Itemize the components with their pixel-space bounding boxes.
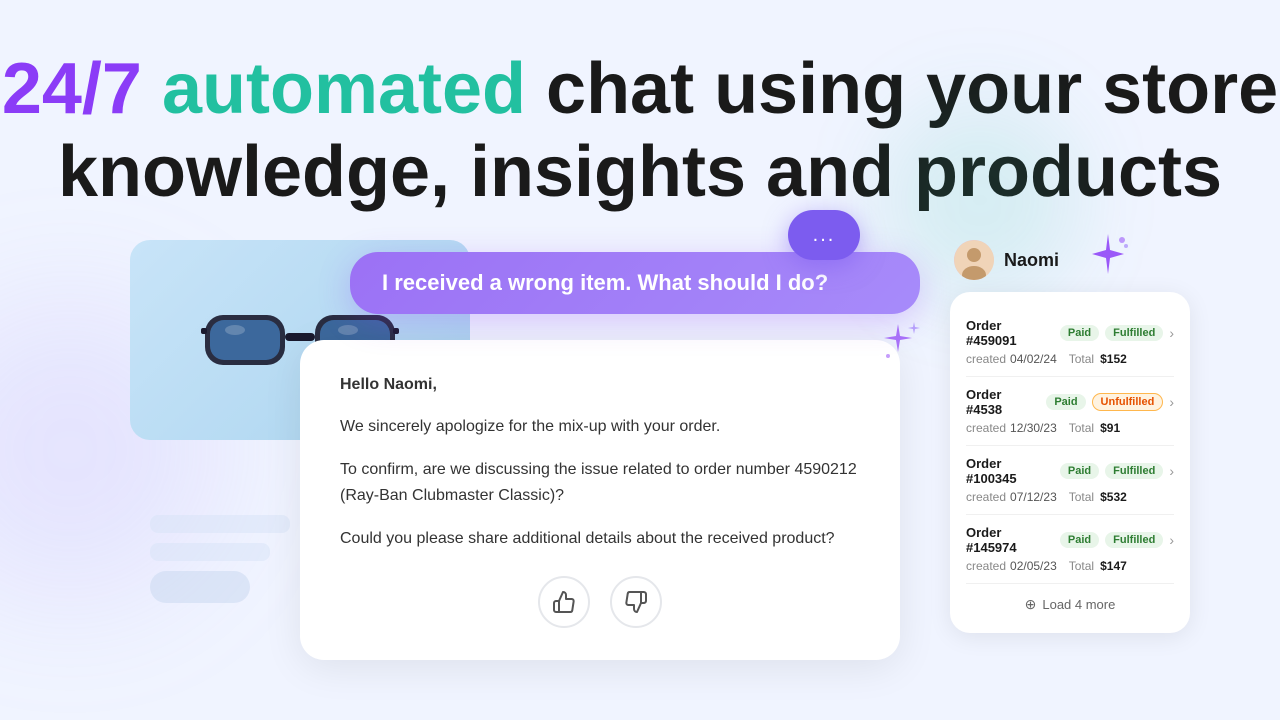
order-number: Order #145974	[966, 525, 1054, 555]
order-fulfillment-badge: Unfulfilled	[1092, 393, 1164, 411]
created-label: created	[966, 421, 1006, 435]
right-panel: Naomi Order #459091 Paid Fulfilled › cre…	[950, 240, 1190, 633]
order-fulfillment-badge: Fulfilled	[1105, 325, 1163, 341]
order-meta: created 07/12/23 Total $532	[966, 490, 1174, 504]
order-fulfillment-badge: Fulfilled	[1105, 463, 1163, 479]
order-chevron-icon[interactable]: ›	[1169, 532, 1174, 548]
total-label: Total	[1069, 421, 1094, 435]
response-details: Could you please share additional detail…	[340, 526, 860, 552]
order-payment-badge: Paid	[1046, 394, 1085, 410]
headline: 24/7 automated chat using your store kno…	[0, 0, 1280, 214]
order-chevron-icon[interactable]: ›	[1169, 394, 1174, 410]
order-total: $147	[1100, 559, 1127, 573]
headline-247: 24/7	[2, 49, 162, 129]
bg-list	[150, 300, 310, 613]
chat-action-button[interactable]: ...	[788, 210, 860, 260]
order-item: Order #4538 Paid Unfulfilled › created 1…	[966, 377, 1174, 446]
order-payment-badge: Paid	[1060, 325, 1099, 341]
feedback-buttons	[340, 576, 860, 628]
response-confirm: To confirm, are we discussing the issue …	[340, 457, 860, 510]
order-top: Order #100345 Paid Fulfilled ›	[966, 456, 1174, 486]
bg-list-item	[150, 571, 250, 603]
bg-list-item	[150, 543, 270, 561]
thumbs-down-button[interactable]	[610, 576, 662, 628]
created-label: created	[966, 352, 1006, 366]
response-apology: We sincerely apologize for the mix-up wi…	[340, 414, 860, 440]
total-label: Total	[1069, 490, 1094, 504]
total-label: Total	[1069, 352, 1094, 366]
order-chevron-icon[interactable]: ›	[1169, 463, 1174, 479]
order-date: 04/02/24	[1010, 352, 1057, 366]
order-meta: created 04/02/24 Total $152	[966, 352, 1174, 366]
star-sparkle-icon	[880, 320, 924, 369]
order-number: Order #100345	[966, 456, 1054, 486]
chat-response-card: Hello Naomi, We sincerely apologize for …	[300, 340, 900, 660]
order-number: Order #4538	[966, 387, 1040, 417]
orders-card: Order #459091 Paid Fulfilled › created 0…	[950, 292, 1190, 633]
user-message-text: I received a wrong item. What should I d…	[382, 270, 828, 295]
order-item: Order #100345 Paid Fulfilled › created 0…	[966, 446, 1174, 515]
order-payment-badge: Paid	[1060, 532, 1099, 548]
order-total: $532	[1100, 490, 1127, 504]
headline-rest: chat using your store	[526, 49, 1278, 129]
order-meta: created 12/30/23 Total $91	[966, 421, 1174, 435]
chat-response-text: Hello Naomi, We sincerely apologize for …	[340, 372, 860, 552]
load-more-button[interactable]: ⊕ Load 4 more	[966, 584, 1174, 617]
bg-list-item	[150, 515, 290, 533]
order-item: Order #459091 Paid Fulfilled › created 0…	[966, 308, 1174, 377]
order-fulfillment-badge: Fulfilled	[1105, 532, 1163, 548]
user-header: Naomi	[950, 240, 1190, 280]
total-label: Total	[1069, 559, 1094, 573]
order-number: Order #459091	[966, 318, 1054, 348]
order-top: Order #145974 Paid Fulfilled ›	[966, 525, 1174, 555]
plus-icon: ⊕	[1025, 596, 1037, 613]
user-name: Naomi	[1004, 250, 1059, 271]
user-chat-bubble: I received a wrong item. What should I d…	[350, 252, 920, 314]
greeting: Hello Naomi,	[340, 376, 437, 393]
order-date: 07/12/23	[1010, 490, 1057, 504]
order-total: $152	[1100, 352, 1127, 366]
order-item: Order #145974 Paid Fulfilled › created 0…	[966, 515, 1174, 584]
order-total: $91	[1100, 421, 1120, 435]
order-date: 12/30/23	[1010, 421, 1057, 435]
order-chevron-icon[interactable]: ›	[1169, 325, 1174, 341]
order-meta: created 02/05/23 Total $147	[966, 559, 1174, 573]
order-top: Order #4538 Paid Unfulfilled ›	[966, 387, 1174, 417]
order-payment-badge: Paid	[1060, 463, 1099, 479]
user-avatar	[954, 240, 994, 280]
thumbs-up-button[interactable]	[538, 576, 590, 628]
order-top: Order #459091 Paid Fulfilled ›	[966, 318, 1174, 348]
created-label: created	[966, 559, 1006, 573]
headline-line2: knowledge, insights and products	[58, 132, 1222, 212]
created-label: created	[966, 490, 1006, 504]
chat-dots: ...	[813, 224, 836, 247]
load-more-label: Load 4 more	[1042, 597, 1115, 612]
headline-automated: automated	[162, 49, 526, 129]
order-date: 02/05/23	[1010, 559, 1057, 573]
